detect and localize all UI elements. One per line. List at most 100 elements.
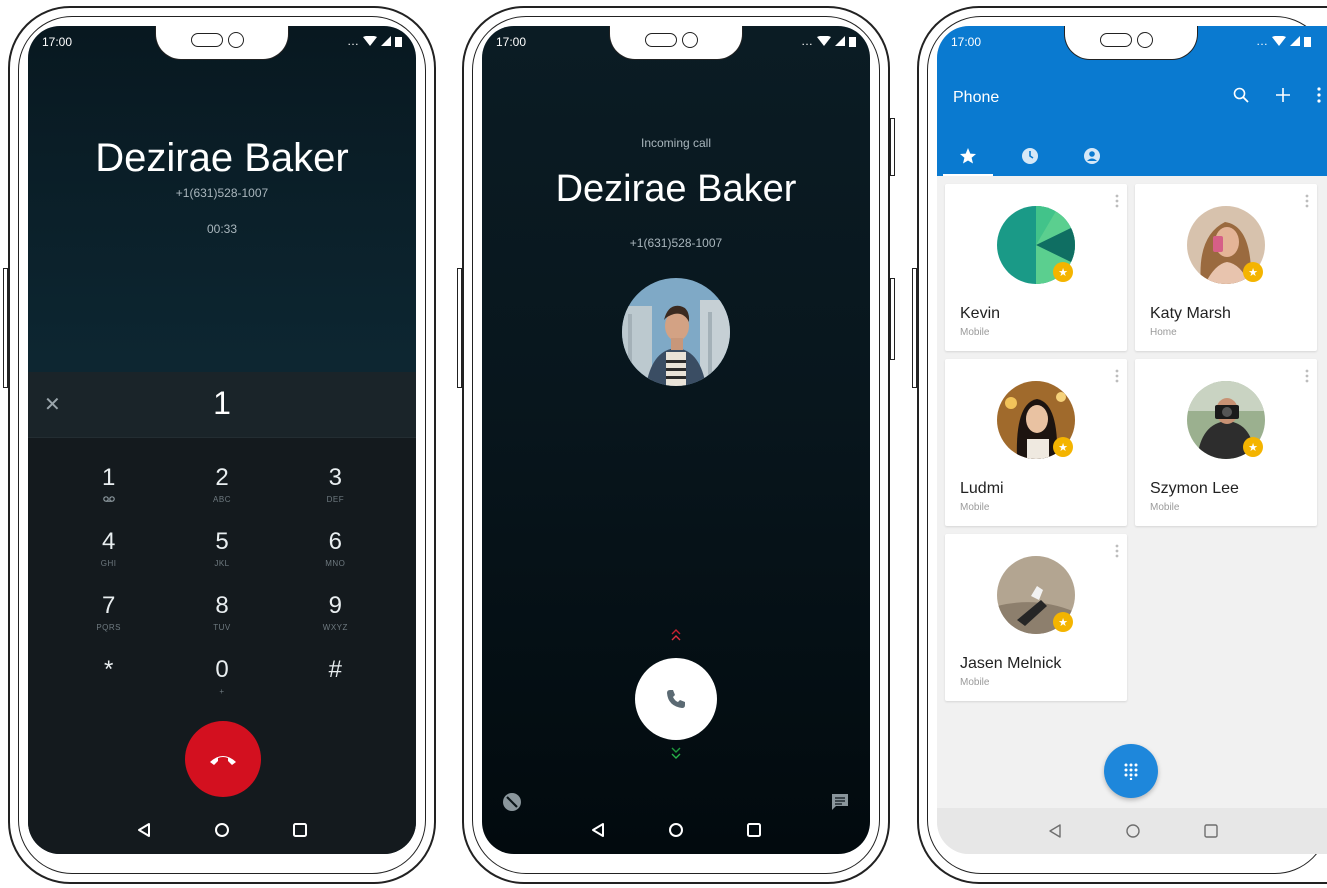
search-icon[interactable] xyxy=(1233,84,1249,106)
dialpad-key-star[interactable]: * xyxy=(52,656,165,706)
cell-signal-icon xyxy=(835,36,845,46)
more-vert-icon[interactable] xyxy=(1317,84,1321,106)
clock-icon xyxy=(1022,148,1038,164)
volume-button xyxy=(3,268,8,388)
notch xyxy=(609,26,743,60)
key-letters: DEF xyxy=(326,495,345,504)
more-vert-icon[interactable] xyxy=(1115,544,1119,563)
tab-recents[interactable] xyxy=(999,136,1061,176)
contact-card[interactable]: ★ Katy Marsh Home xyxy=(1135,184,1317,351)
contact-type: Mobile xyxy=(1150,502,1180,513)
recents-icon[interactable] xyxy=(289,819,311,841)
back-icon[interactable] xyxy=(133,819,155,841)
dialpad-key-6[interactable]: 6 MNO xyxy=(279,528,392,578)
recents-icon[interactable] xyxy=(743,819,765,841)
key-digit: 5 xyxy=(215,528,229,555)
dialpad-key-3[interactable]: 3 DEF xyxy=(279,464,392,514)
dialpad-key-0[interactable]: 0 + xyxy=(165,656,278,706)
key-digit: 2 xyxy=(215,464,229,491)
voicemail-icon xyxy=(52,495,165,504)
status-icons: … xyxy=(801,34,856,48)
end-call-button[interactable] xyxy=(185,721,261,797)
dialpad-key-9[interactable]: 9 WXYZ xyxy=(279,592,392,642)
call-state-label: Incoming call xyxy=(640,136,712,150)
more-vert-icon[interactable] xyxy=(1115,194,1119,213)
add-icon[interactable] xyxy=(1275,84,1291,106)
home-icon[interactable] xyxy=(211,819,233,841)
contact-number: +1(631)528-1007 xyxy=(629,236,723,250)
status-time: 17:00 xyxy=(496,35,527,49)
contact-card[interactable]: ★ Szymon Lee Mobile xyxy=(1135,359,1317,526)
answer-call-button[interactable] xyxy=(635,658,717,740)
contact-number: +1(631)528-1007 xyxy=(175,186,269,200)
dialpad-key-1[interactable]: 1 xyxy=(52,464,165,514)
dialpad-key-5[interactable]: 5 JKL xyxy=(165,528,278,578)
star-icon xyxy=(960,148,976,164)
phone-favorites: Phone 17:00 … ★ Kevin Mobile ★ Katy Mars… xyxy=(912,6,1327,884)
dialpad-key-4[interactable]: 4 GHI xyxy=(52,528,165,578)
contact-type: Mobile xyxy=(960,327,990,338)
back-icon[interactable] xyxy=(587,819,609,841)
dialpad-fab-button[interactable] xyxy=(1104,744,1158,798)
contact-name: Dezirae Baker xyxy=(95,136,349,180)
more-vert-icon[interactable] xyxy=(1115,369,1119,388)
dialpad-key-7[interactable]: 7 PQRS xyxy=(52,592,165,642)
nav-bar xyxy=(482,806,870,854)
key-digit: # xyxy=(328,656,342,683)
contact-name: Jasen Melnick xyxy=(960,655,1062,672)
key-digit: 8 xyxy=(215,592,229,619)
dialpad-key-2[interactable]: 2 ABC xyxy=(165,464,278,514)
volume-button xyxy=(912,268,917,388)
cell-signal-icon xyxy=(381,36,391,46)
contact-card[interactable]: ★ Jasen Melnick Mobile xyxy=(945,534,1127,701)
tab-favorites[interactable] xyxy=(937,136,999,176)
key-digit: 3 xyxy=(328,464,342,491)
dialpad-key-8[interactable]: 8 TUV xyxy=(165,592,278,642)
dialed-digits[interactable]: 1 xyxy=(28,385,416,422)
wifi-icon xyxy=(1272,35,1286,46)
contact-card[interactable]: ★ Ludmi Mobile xyxy=(945,359,1127,526)
signal-dots-icon: … xyxy=(1256,34,1268,48)
dialpad-key-hash[interactable]: # xyxy=(279,656,392,706)
favorite-star-icon: ★ xyxy=(1053,262,1073,282)
power-button xyxy=(890,278,895,360)
key-digit: 4 xyxy=(101,528,116,555)
dial-input-row: ✕ 1 xyxy=(28,372,416,438)
contact-name: Ludmi xyxy=(960,480,1004,497)
contact-type: Mobile xyxy=(960,502,990,513)
nav-bar xyxy=(28,806,416,854)
favorite-star-icon: ★ xyxy=(1243,262,1263,282)
contact-type: Home xyxy=(1150,327,1177,338)
back-icon[interactable] xyxy=(1044,820,1066,842)
contact-name: Kevin xyxy=(960,305,1001,322)
signal-dots-icon: … xyxy=(801,34,813,48)
contact-name: Szymon Lee xyxy=(1150,480,1239,497)
wifi-icon xyxy=(817,35,831,46)
signal-dots-icon: … xyxy=(347,34,359,48)
phone-ongoing-call: 17:00 … Dezirae Baker +1(631)528-1007 00… xyxy=(3,6,436,884)
contact-card[interactable]: ★ Kevin Mobile xyxy=(945,184,1127,351)
cell-signal-icon xyxy=(1290,36,1300,46)
key-letters: PQRS xyxy=(96,623,121,632)
home-icon[interactable] xyxy=(665,819,687,841)
swipe-up-indicator-icon xyxy=(671,629,681,641)
key-letters: TUV xyxy=(213,623,231,632)
home-icon[interactable] xyxy=(1122,820,1144,842)
notch xyxy=(155,26,289,60)
key-digit: 7 xyxy=(101,592,116,619)
key-letters: JKL xyxy=(214,559,230,568)
key-letters: WXYZ xyxy=(322,623,348,632)
nav-bar xyxy=(937,808,1327,854)
contact-name: Dezirae Baker xyxy=(555,168,797,210)
recents-icon[interactable] xyxy=(1200,820,1222,842)
tab-contacts[interactable] xyxy=(1061,136,1123,176)
call-timer: 00:33 xyxy=(206,222,238,236)
key-letters: GHI xyxy=(100,559,117,568)
phone-hangup-icon xyxy=(210,756,236,765)
more-vert-icon[interactable] xyxy=(1305,369,1309,388)
more-vert-icon[interactable] xyxy=(1305,194,1309,213)
favorite-star-icon: ★ xyxy=(1053,437,1073,457)
battery-icon xyxy=(849,36,856,47)
status-time: 17:00 xyxy=(951,35,982,49)
favorites-grid: ★ Kevin Mobile ★ Katy Marsh Home ★ Ludmi… xyxy=(945,184,1317,701)
